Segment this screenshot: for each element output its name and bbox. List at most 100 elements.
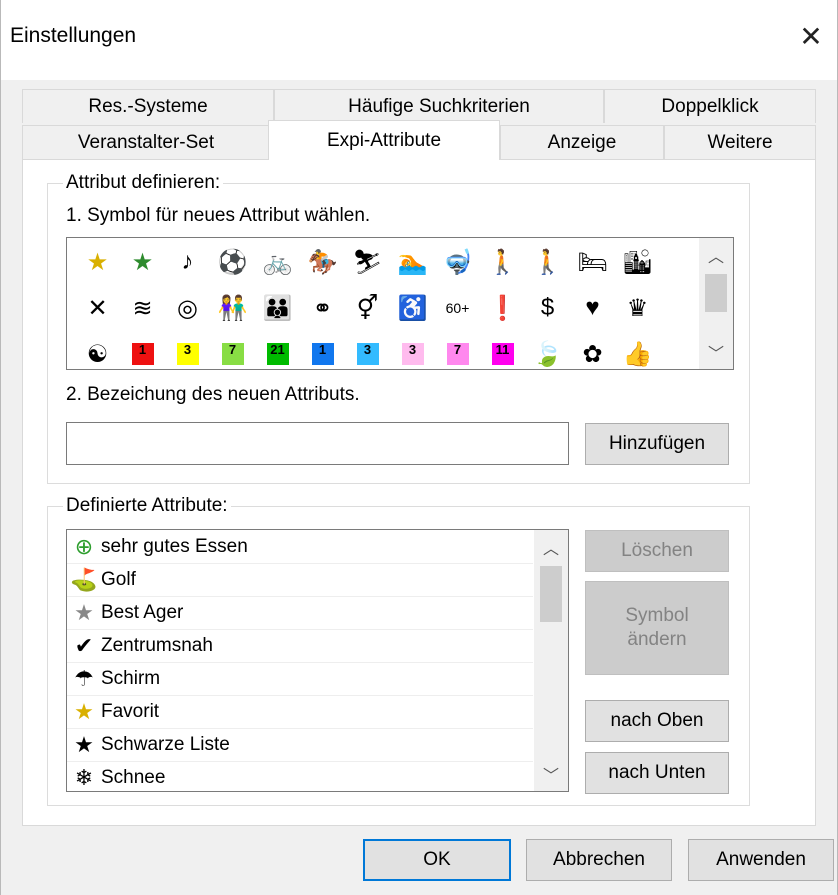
title-bar: Einstellungen ✕ — [0, 0, 838, 80]
list-item[interactable]: ⛳ Golf — [67, 563, 533, 597]
star-green-icon[interactable]: ★ — [120, 242, 165, 282]
list-item-label: Favorit — [101, 700, 160, 722]
age-1-red-badge: 1 — [131, 343, 154, 365]
list-scroll-down-icon[interactable]: ﹀ — [534, 759, 568, 789]
list-scroll-up-icon[interactable]: ︿ — [534, 532, 568, 562]
list-item[interactable]: ★ Best Ager — [67, 596, 533, 630]
list-item[interactable]: ✔ Zentrumsnah — [67, 629, 533, 663]
list-item-label: Schwarze Liste — [101, 733, 230, 755]
heart-icon[interactable]: ♥ — [570, 288, 615, 328]
list-item[interactable]: ★ Schwarze Liste — [67, 728, 533, 762]
gender-icon[interactable]: ⚥ — [345, 288, 390, 328]
age-21-green-icon[interactable]: 21 — [255, 334, 300, 369]
dollar-icon[interactable]: $ — [525, 288, 570, 328]
yin-yang-icon[interactable]: ☯ — [75, 334, 120, 369]
age-3-pink-icon[interactable]: 3 — [390, 334, 435, 369]
horse-riding-icon[interactable]: 🏇 — [300, 242, 345, 282]
tab-anzeige[interactable]: Anzeige — [500, 125, 664, 159]
thumbs-up-icon[interactable]: 👍 — [615, 334, 660, 369]
diving-mask-glyph: 🤿 — [442, 248, 473, 276]
list-item[interactable]: ⊕ sehr gutes Essen — [67, 530, 533, 564]
star-gold-glyph: ★ — [86, 248, 109, 276]
horse-riding-glyph: 🏇 — [307, 248, 338, 276]
tab-expi-attribute[interactable]: Expi-Attribute — [268, 120, 500, 160]
list-item[interactable]: ❄ Schnee — [67, 761, 533, 791]
cutlery-icon[interactable]: ✕ — [75, 288, 120, 328]
age-1-red-icon[interactable]: 1 — [120, 334, 165, 369]
age-3-lightblue-icon[interactable]: 3 — [345, 334, 390, 369]
crown-glyph: ♛ — [626, 294, 649, 322]
symbol-picker[interactable]: ★ ★ ♪ ⚽ 🚲 🏇 ⛷ 🏊 🤿 🚶 🚶 🛏 🏙 ✕ ≋ ◎ 👫 👪 ⚭ ⚥ ♿ 60+ ❗ $ ♥ ♛ ☯ 1 3 7 21 1 3 3 7… — [66, 237, 734, 370]
star-gold-icon[interactable]: ★ — [75, 242, 120, 282]
hiker-icon[interactable]: 🚶 — [525, 242, 570, 282]
wheelchair-glyph: ♿ — [397, 294, 428, 322]
senior-60-plus-icon[interactable]: 60+ — [435, 288, 480, 328]
attribute-name-input[interactable] — [66, 422, 569, 465]
symbol-row-2: ✕ ≋ ◎ 👫 👪 ⚭ ⚥ ♿ 60+ ❗ $ ♥ ♛ — [75, 288, 660, 328]
flower-icon[interactable]: ✿ — [570, 334, 615, 369]
age-7-lightgreen-icon[interactable]: 7 — [210, 334, 255, 369]
star-gold-icon: ★ — [74, 698, 94, 724]
defined-attributes-list[interactable]: ⊕ sehr gutes Essen ⛳ Golf ★ Best Ager ✔ Zentrum… — [66, 529, 569, 792]
close-icon[interactable]: ✕ — [784, 12, 838, 60]
age-7-magenta-light-badge: 7 — [446, 343, 469, 365]
waves-icon[interactable]: ≋ — [120, 288, 165, 328]
family-icon[interactable]: 👪 — [255, 288, 300, 328]
diving-mask-icon[interactable]: 🤿 — [435, 242, 480, 282]
add-button[interactable]: Hinzufügen — [585, 423, 729, 465]
age-1-blue-icon[interactable]: 1 — [300, 334, 345, 369]
exclamation-icon[interactable]: ❗ — [480, 288, 525, 328]
target-icon[interactable]: ◎ — [165, 288, 210, 328]
city-skyline-icon[interactable]: 🏙 — [615, 242, 660, 282]
swimming-icon[interactable]: 🏊 — [390, 242, 435, 282]
apply-button[interactable]: Anwenden — [688, 839, 834, 881]
tab-weitere[interactable]: Weitere — [664, 125, 816, 159]
scroll-thumb[interactable] — [705, 274, 727, 312]
wheelchair-icon[interactable]: ♿ — [390, 288, 435, 328]
tab-doppelklick[interactable]: Doppelklick — [604, 89, 816, 123]
skiing-icon[interactable]: ⛷ — [345, 242, 390, 282]
tab-res-systeme[interactable]: Res.-Systeme — [22, 89, 274, 123]
heart-glyph: ♥ — [585, 294, 600, 321]
spa-lounger-icon[interactable]: 🛏 — [570, 242, 615, 282]
cancel-button[interactable]: Abbrechen — [526, 839, 672, 881]
music-note-icon[interactable]: ♪ — [165, 242, 210, 282]
change-symbol-button[interactable]: Symbol ändern — [585, 581, 729, 675]
age-21-green-badge: 21 — [266, 343, 289, 365]
move-down-button[interactable]: nach Unten — [585, 752, 729, 794]
symbol-picker-scrollbar[interactable]: ︿ ﹀ — [699, 238, 733, 369]
senior-60-plus-glyph: 60+ — [445, 300, 470, 316]
leaf-icon[interactable]: 🍃 — [525, 334, 570, 369]
thumbs-up-glyph: 👍 — [622, 340, 653, 368]
list-item-label: Schirm — [101, 667, 161, 689]
tab-haeufige-suchkriterien[interactable]: Häufige Suchkriterien — [274, 89, 604, 123]
tab-veranstalter-set[interactable]: Veranstalter-Set — [22, 125, 270, 159]
scroll-down-icon[interactable]: ﹀ — [699, 337, 733, 367]
plus-circle-icon: ⊕ — [74, 533, 94, 559]
list-item[interactable]: ★ Favorit — [67, 695, 533, 729]
umbrella-icon: ☂ — [74, 665, 94, 691]
move-up-button[interactable]: nach Oben — [585, 700, 729, 742]
symbol-row-3: ☯ 1 3 7 21 1 3 3 7 11 🍃 ✿ 👍 — [75, 334, 660, 369]
crown-icon[interactable]: ♛ — [615, 288, 660, 328]
list-item[interactable]: ☂ Schirm — [67, 662, 533, 696]
age-11-magenta-icon[interactable]: 11 — [480, 334, 525, 369]
star-green-glyph: ★ — [131, 248, 154, 276]
step1-label: 1. Symbol für neues Attribut wählen. — [66, 205, 371, 226]
hiking-couple-icon[interactable]: 🚶 — [480, 242, 525, 282]
bicycle-icon[interactable]: 🚲 — [255, 242, 300, 282]
delete-button[interactable]: Löschen — [585, 530, 729, 572]
age-7-magenta-light-icon[interactable]: 7 — [435, 334, 480, 369]
soccer-ball-icon[interactable]: ⚽ — [210, 242, 255, 282]
list-scroll-thumb[interactable] — [540, 566, 562, 622]
ok-button[interactable]: OK — [363, 839, 511, 881]
wedding-rings-icon[interactable]: ⚭ — [300, 288, 345, 328]
checkmark-icon: ✔ — [74, 632, 94, 658]
couple-icon[interactable]: 👫 — [210, 288, 255, 328]
scroll-up-icon[interactable]: ︿ — [699, 240, 733, 270]
window-title: Einstellungen — [10, 24, 137, 47]
age-11-magenta-badge: 11 — [491, 343, 514, 365]
age-3-yellow-icon[interactable]: 3 — [165, 334, 210, 369]
age-7-lightgreen-badge: 7 — [221, 343, 244, 365]
list-scrollbar[interactable]: ︿ ﹀ — [534, 530, 568, 791]
